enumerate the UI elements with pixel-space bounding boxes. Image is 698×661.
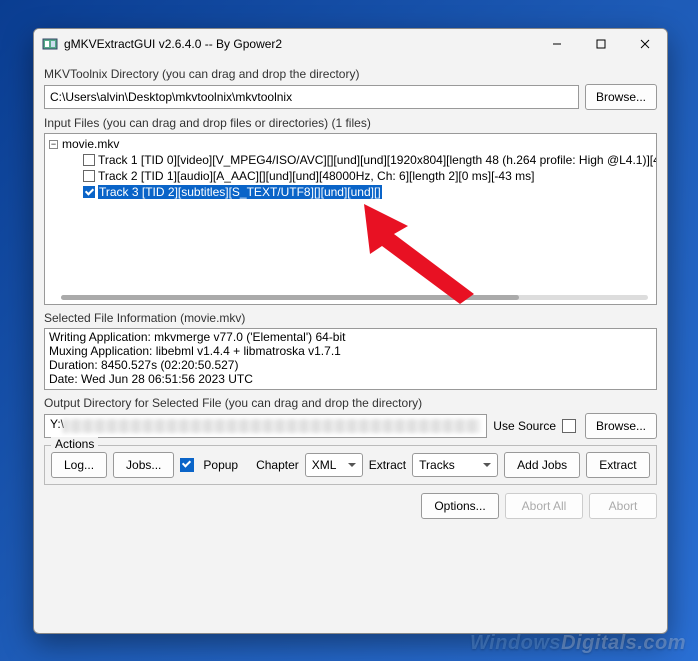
watermark-brand2: Digitals bbox=[561, 632, 637, 654]
track-checkbox[interactable] bbox=[83, 186, 95, 198]
popup-label: Popup bbox=[203, 458, 238, 472]
minimize-button[interactable] bbox=[535, 29, 579, 59]
watermark: WindowsDigitals.com bbox=[470, 632, 686, 655]
input-files-group: Input Files (you can drag and drop files… bbox=[44, 116, 657, 305]
selected-info-box[interactable]: Writing Application: mkvmerge v77.0 ('El… bbox=[44, 328, 657, 390]
abort-button[interactable]: Abort bbox=[589, 493, 657, 519]
tree-track[interactable]: Track 1 [TID 0][video][V_MPEG4/ISO/AVC][… bbox=[49, 152, 652, 168]
app-icon bbox=[42, 36, 58, 52]
tree-root-label: movie.mkv bbox=[62, 137, 119, 151]
chapter-select[interactable]: XML bbox=[305, 453, 363, 477]
tree-track[interactable]: Track 3 [TID 2][subtitles][S_TEXT/UTF8][… bbox=[49, 184, 652, 200]
scrollbar-thumb[interactable] bbox=[61, 295, 519, 300]
chapter-label: Chapter bbox=[256, 458, 299, 472]
extract-mode-label: Extract bbox=[369, 458, 406, 472]
mkvtoolnix-path-input[interactable]: C:\Users\alvin\Desktop\mkvtoolnix\mkvtoo… bbox=[44, 85, 579, 109]
popup-checkbox[interactable] bbox=[180, 458, 194, 472]
close-button[interactable] bbox=[623, 29, 667, 59]
abort-all-button[interactable]: Abort All bbox=[505, 493, 583, 519]
window-title: gMKVExtractGUI v2.6.4.0 -- By Gpower2 bbox=[64, 37, 282, 51]
collapse-icon[interactable]: − bbox=[49, 140, 58, 149]
selected-info-group: Selected File Information (movie.mkv) Wr… bbox=[44, 311, 657, 390]
info-line: Muxing Application: libebml v1.4.4 + lib… bbox=[49, 344, 652, 358]
extract-button[interactable]: Extract bbox=[586, 452, 649, 478]
tree-hscrollbar[interactable] bbox=[61, 295, 648, 300]
actions-legend: Actions bbox=[51, 437, 98, 451]
maximize-button[interactable] bbox=[579, 29, 623, 59]
info-line: Duration: 8450.527s (02:20:50.527) bbox=[49, 358, 652, 372]
output-dir-prefix: Y:\ bbox=[50, 417, 64, 431]
track-text: Track 2 [TID 1][audio][A_AAC][][und][und… bbox=[98, 169, 534, 183]
track-checkbox[interactable] bbox=[83, 170, 95, 182]
tree-root[interactable]: −movie.mkv bbox=[49, 136, 652, 152]
output-browse-button[interactable]: Browse... bbox=[585, 413, 657, 439]
options-button[interactable]: Options... bbox=[421, 493, 499, 519]
app-window: gMKVExtractGUI v2.6.4.0 -- By Gpower2 MK… bbox=[33, 28, 668, 634]
mkvtoolnix-label: MKVToolnix Directory (you can drag and d… bbox=[44, 67, 657, 81]
output-dir-group: Output Directory for Selected File (you … bbox=[44, 396, 657, 439]
track-text: Track 3 [TID 2][subtitles][S_TEXT/UTF8][… bbox=[98, 185, 382, 199]
track-text: Track 1 [TID 0][video][V_MPEG4/ISO/AVC][… bbox=[98, 153, 657, 167]
watermark-brand1: Windows bbox=[470, 632, 561, 654]
mkvtoolnix-browse-button[interactable]: Browse... bbox=[585, 84, 657, 110]
info-line: Date: Wed Jun 28 06:51:56 2023 UTC bbox=[49, 372, 652, 386]
window-controls bbox=[535, 29, 667, 59]
add-jobs-button[interactable]: Add Jobs bbox=[504, 452, 580, 478]
titlebar: gMKVExtractGUI v2.6.4.0 -- By Gpower2 bbox=[34, 29, 667, 59]
output-dir-label: Output Directory for Selected File (you … bbox=[44, 396, 657, 410]
input-files-tree[interactable]: −movie.mkv Track 1 [TID 0][video][V_MPEG… bbox=[44, 133, 657, 305]
extract-mode-select[interactable]: Tracks bbox=[412, 453, 498, 477]
jobs-button[interactable]: Jobs... bbox=[113, 452, 174, 478]
watermark-suffix: .com bbox=[637, 632, 686, 654]
footer-buttons: Options... Abort All Abort bbox=[44, 493, 657, 519]
output-dir-redacted bbox=[63, 419, 480, 433]
use-source-label: Use Source bbox=[493, 419, 556, 433]
use-source-checkbox[interactable] bbox=[562, 419, 576, 433]
tree-track[interactable]: Track 2 [TID 1][audio][A_AAC][][und][und… bbox=[49, 168, 652, 184]
actions-group: Actions Log... Jobs... Popup Chapter XML… bbox=[44, 445, 657, 485]
info-line: Writing Application: mkvmerge v77.0 ('El… bbox=[49, 330, 652, 344]
mkvtoolnix-group: MKVToolnix Directory (you can drag and d… bbox=[44, 67, 657, 110]
window-content: MKVToolnix Directory (you can drag and d… bbox=[34, 59, 667, 527]
selected-info-label: Selected File Information (movie.mkv) bbox=[44, 311, 657, 325]
log-button[interactable]: Log... bbox=[51, 452, 107, 478]
track-checkbox[interactable] bbox=[83, 154, 95, 166]
output-dir-input[interactable]: Y:\ bbox=[44, 414, 487, 438]
input-files-label: Input Files (you can drag and drop files… bbox=[44, 116, 657, 130]
